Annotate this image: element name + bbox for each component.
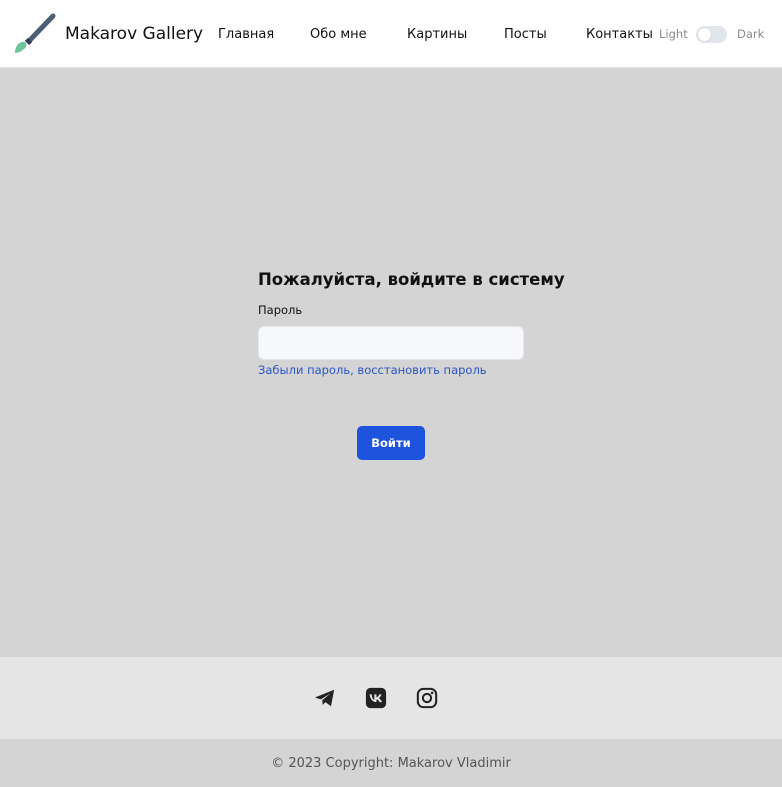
login-title: Пожалуйста, войдите в систему <box>258 270 565 289</box>
nav-contacts[interactable]: Контакты <box>586 27 653 42</box>
nav-home[interactable]: Главная <box>218 27 274 42</box>
brand-name[interactable]: Makarov Gallery <box>65 24 203 44</box>
telegram-icon[interactable] <box>314 687 336 709</box>
copyright-bar: © 2023 Copyright: Makarov Vladimir <box>0 739 782 787</box>
social-bar <box>0 657 782 739</box>
theme-toggle-knob <box>698 28 711 41</box>
theme-toggle[interactable] <box>696 26 727 43</box>
copyright-text: © 2023 Copyright: Makarov Vladimir <box>271 756 511 771</box>
password-label: Пароль <box>258 303 303 317</box>
paintbrush-icon[interactable] <box>12 13 56 55</box>
login-button[interactable]: Войти <box>357 426 425 460</box>
nav-paintings[interactable]: Картины <box>407 27 467 42</box>
theme-light-label: Light <box>659 27 688 41</box>
forgot-password-link[interactable]: Забыли пароль, восстановить пароль <box>258 363 487 377</box>
site-header: Makarov Gallery Главная Обо мне Картины … <box>0 0 782 68</box>
vk-icon[interactable] <box>365 687 387 709</box>
instagram-icon[interactable] <box>416 687 438 709</box>
password-input[interactable] <box>258 326 524 360</box>
nav-posts[interactable]: Посты <box>504 27 547 42</box>
theme-dark-label: Dark <box>737 27 765 41</box>
nav-about[interactable]: Обо мне <box>310 27 367 42</box>
